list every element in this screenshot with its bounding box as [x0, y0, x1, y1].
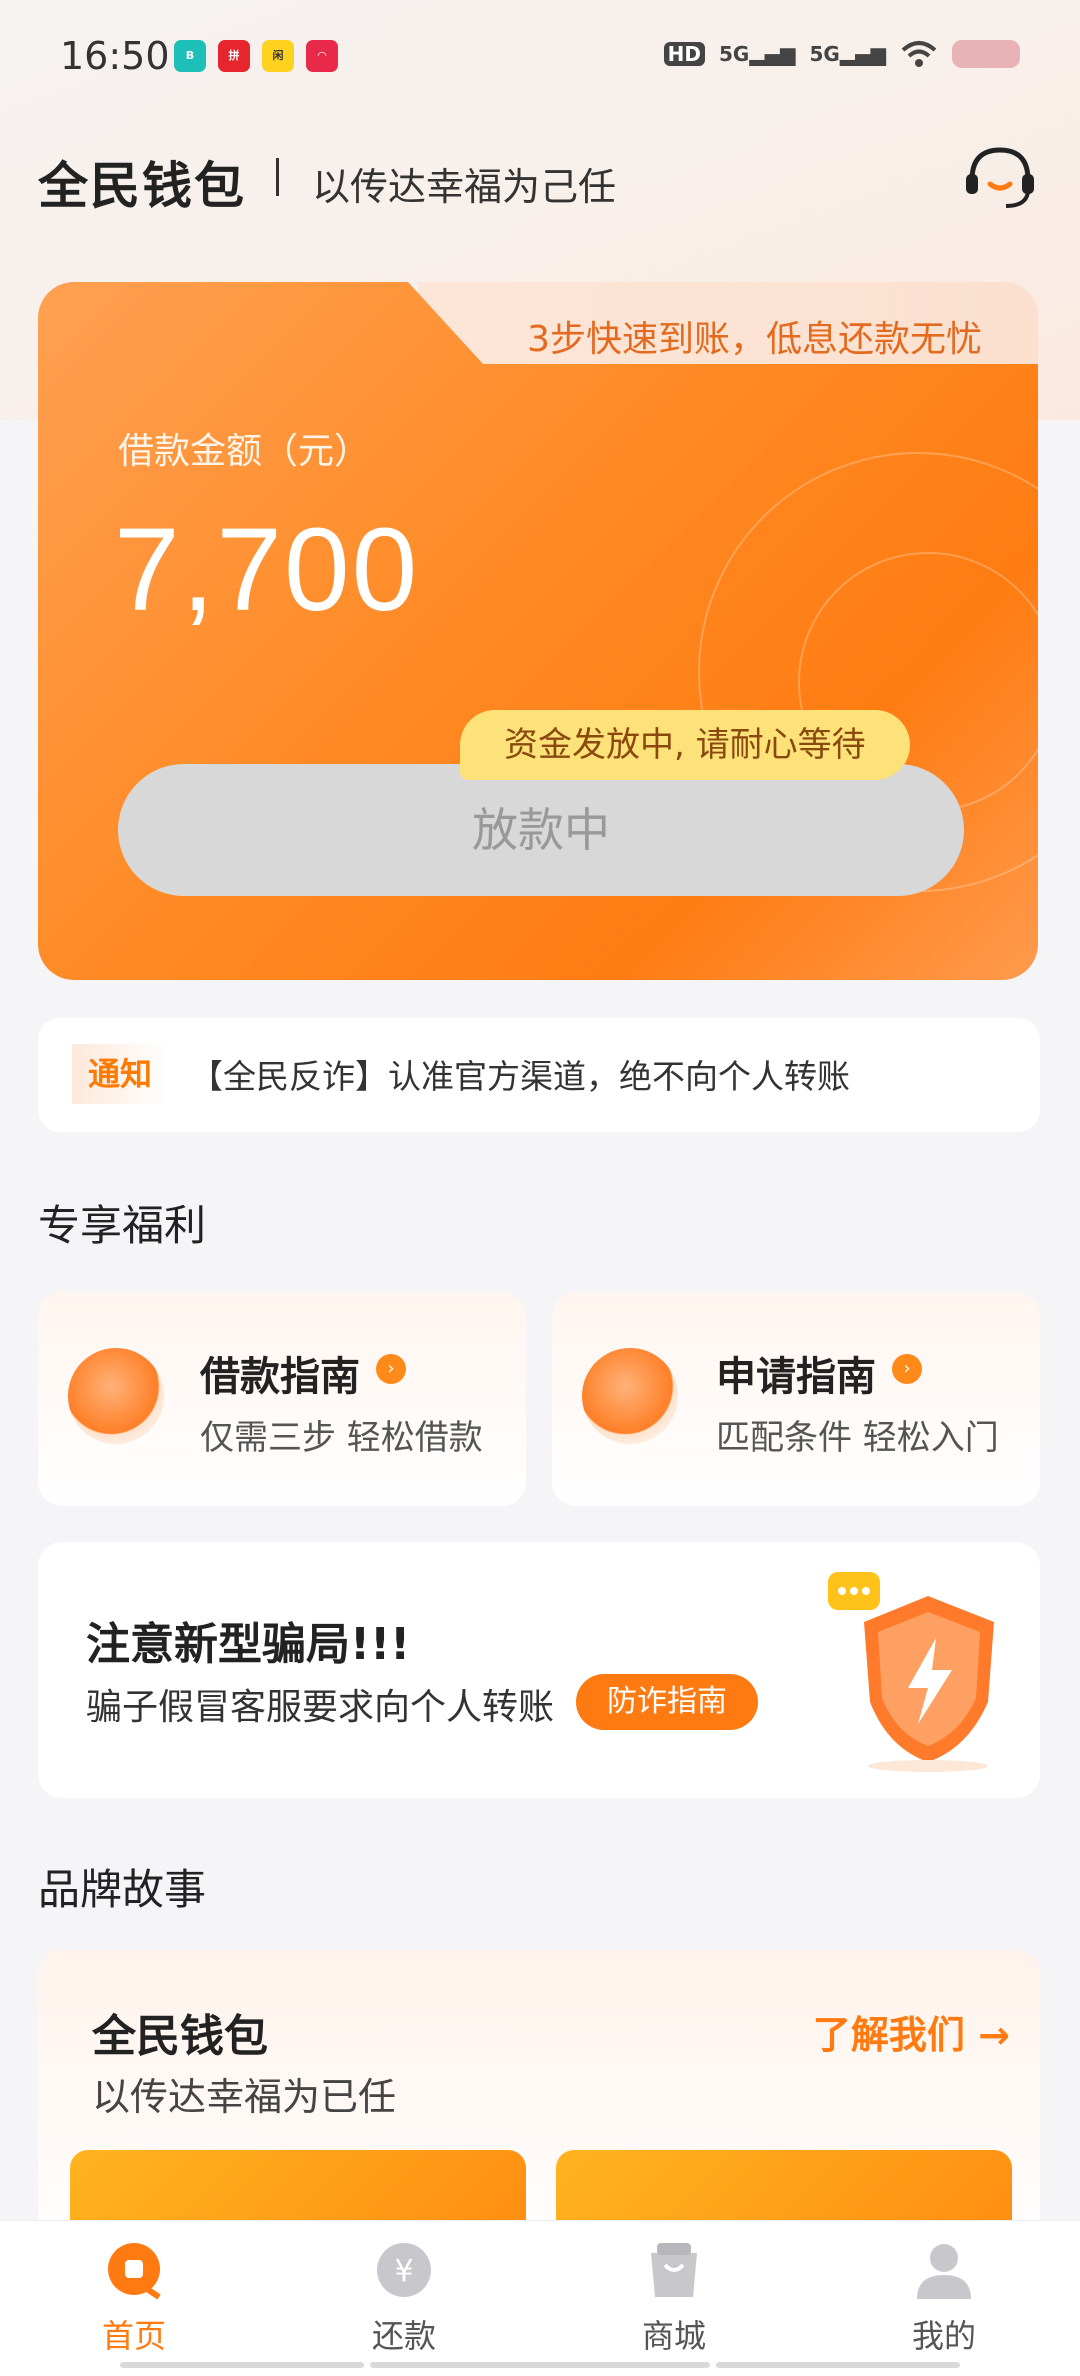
anti-fraud-guide-button[interactable]: 防诈指南 [576, 1674, 758, 1730]
brand-slogan: 以传达幸福为己任 [312, 165, 617, 209]
status-bar: 16:50 B 拼 闲 ◠ HD 5G▂▄▆ 5G▂▄▆ [0, 0, 1080, 116]
apply-guide-title: 申请指南 [716, 1354, 876, 1400]
pinduoduo-app-icon: 拼 [218, 40, 250, 72]
loan-status-button[interactable]: 放款中 [118, 764, 964, 896]
apply-guide-subtitle: 匹配条件 轻松入门 [716, 1418, 999, 1458]
shop-bag-icon [651, 2243, 697, 2297]
nav-repay[interactable]: ¥ 还款 [324, 2241, 484, 2357]
home-indicator-mid [370, 2362, 710, 2368]
xianyu-app-icon: 闲 [262, 40, 294, 72]
nav-home[interactable]: 首页 [54, 2241, 214, 2357]
bottom-nav: 首页 ¥ 还款 商城 我的 [0, 2220, 1080, 2376]
nav-profile-label: 我的 [911, 2317, 976, 2355]
loan-guide-subtitle: 仅需三步 轻松借款 [200, 1418, 483, 1458]
amount-label: 借款金额（元） [118, 431, 371, 472]
loan-guide-title: 借款指南 [200, 1354, 360, 1400]
apply-guide-card[interactable]: 申请指南 › 匹配条件 轻松入门 [552, 1292, 1040, 1506]
welfare-section-title: 专享福利 [38, 1201, 207, 1250]
loan-card-tab-text: 3步快速到账，低息还款无忧 [527, 319, 982, 360]
brand-story-title: 全民钱包 [92, 2011, 268, 2062]
signal-5g-icon-2: 5G▂▄▆ [809, 42, 887, 66]
nav-repay-label: 还款 [371, 2317, 436, 2355]
nav-profile[interactable]: 我的 [864, 2241, 1024, 2357]
home-indicator-left [120, 2362, 364, 2368]
boss-app-icon: B [174, 40, 206, 72]
nav-shop[interactable]: 商城 [594, 2241, 754, 2357]
signal-5g-icon: 5G▂▄▆ [719, 42, 796, 66]
home-indicator-right [716, 2362, 960, 2368]
brand-divider [276, 158, 279, 196]
battery-icon [952, 40, 1020, 68]
chevron-right-icon: › [376, 1354, 406, 1384]
home-icon [108, 2243, 161, 2300]
hd-icon: HD [663, 42, 705, 66]
loan-guide-icon [68, 1348, 164, 1444]
status-indicators: HD 5G▂▄▆ 5G▂▄▆ [663, 40, 1020, 68]
loan-guide-card[interactable]: 借款指南 › 仅需三步 轻松借款 [38, 1292, 526, 1506]
nav-shop-label: 商城 [641, 2317, 706, 2355]
notice-bar[interactable]: 通知 【全民反诈】认准官方渠道，绝不向个人转账 [38, 1018, 1040, 1132]
fraud-warning-title: 注意新型骗局!!! [86, 1619, 411, 1670]
svg-text:¥: ¥ [394, 2254, 413, 2289]
nav-home-label: 首页 [101, 2317, 166, 2355]
wifi-icon [901, 41, 937, 67]
notice-text: 【全民反诈】认准官方渠道，绝不向个人转账 [190, 1057, 850, 1096]
fraud-warning-subtitle: 骗子假冒客服要求向个人转账 [86, 1687, 555, 1728]
customer-service-icon[interactable] [962, 146, 1038, 210]
fraud-warning-card[interactable]: 注意新型骗局!!! 骗子假冒客服要求向个人转账 防诈指南 [38, 1542, 1040, 1798]
red-app-icon: ◠ [306, 40, 338, 72]
brand-story-subtitle: 以传达幸福为已任 [92, 2075, 397, 2119]
brand-story-section-title: 品牌故事 [38, 1865, 207, 1914]
loan-status-tip: 资金发放中, 请耐心等待 [460, 710, 910, 780]
brand-logo: 全民钱包 [38, 157, 246, 215]
loan-amount: 7,700 [114, 504, 420, 636]
repay-icon: ¥ [377, 2243, 431, 2297]
profile-icon [917, 2244, 971, 2299]
status-time: 16:50 [60, 34, 170, 78]
notice-tag: 通知 [72, 1044, 168, 1104]
shield-lightning-icon [828, 1572, 994, 1772]
chevron-right-icon: › [892, 1354, 922, 1384]
loan-card: 3步快速到账，低息还款无忧 借款金额（元） 7,700 放款中 资金发放中, 请… [38, 282, 1038, 980]
about-us-link[interactable]: 了解我们 → [813, 2004, 1010, 2059]
apply-guide-icon [582, 1348, 678, 1444]
